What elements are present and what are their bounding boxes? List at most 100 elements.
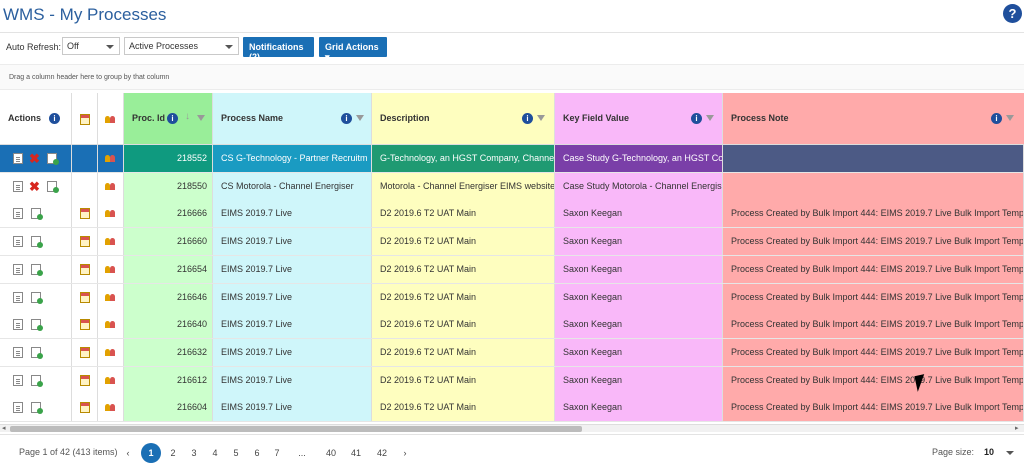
calendar-icon[interactable] xyxy=(80,374,90,386)
page-link[interactable]: 3 xyxy=(184,443,204,463)
sort-down-icon[interactable]: ↓ xyxy=(185,111,190,122)
page-link[interactable]: 1 xyxy=(141,443,161,463)
table-row[interactable]: 216612 EIMS 2019.7 Live D2 2019.6 T2 UAT M… xyxy=(0,366,1024,395)
grid-actions-button[interactable]: Grid Actions ▾ xyxy=(319,37,387,62)
auto-refresh-select[interactable]: Off xyxy=(62,37,120,55)
page-link[interactable]: 41 xyxy=(346,443,366,463)
edit-icon[interactable] xyxy=(31,374,43,387)
people-icon[interactable] xyxy=(105,319,116,330)
filter-icon[interactable] xyxy=(356,115,364,121)
filter-icon[interactable] xyxy=(537,115,545,121)
view-icon[interactable] xyxy=(13,208,23,220)
delete-icon[interactable]: ✖ xyxy=(29,180,40,193)
notifications-button[interactable]: Notifications (2) xyxy=(243,37,314,62)
calendar-icon[interactable] xyxy=(80,208,90,220)
scroll-left-icon[interactable]: ◂ xyxy=(2,425,6,433)
page-link[interactable]: 4 xyxy=(205,443,225,463)
calendar-icon[interactable] xyxy=(80,346,90,358)
column-header-actions[interactable]: Actions i xyxy=(0,93,72,144)
people-icon[interactable] xyxy=(105,292,116,303)
edit-icon[interactable] xyxy=(31,346,43,359)
view-icon[interactable] xyxy=(13,374,23,386)
view-icon[interactable] xyxy=(13,291,23,303)
edit-icon[interactable] xyxy=(31,236,43,249)
filter-icon[interactable] xyxy=(706,115,714,121)
cell-people xyxy=(98,255,124,283)
scroll-right-icon[interactable]: ▸ xyxy=(1015,425,1019,433)
view-icon[interactable] xyxy=(13,236,23,248)
table-row[interactable]: ✖ 218550 CS Motorola - Channel Energiser Mo… xyxy=(0,172,1024,201)
next-page-icon[interactable]: › xyxy=(395,443,415,463)
people-icon[interactable] xyxy=(105,264,116,275)
table-row[interactable]: 216660 EIMS 2019.7 Live D2 2019.6 T2 UAT M… xyxy=(0,228,1024,257)
group-hint: Drag a column header here to group by th… xyxy=(9,74,170,81)
edit-icon[interactable] xyxy=(31,263,43,276)
prev-page-icon[interactable]: ‹ xyxy=(118,443,138,463)
people-icon[interactable] xyxy=(105,375,116,386)
filter-icon[interactable] xyxy=(197,115,205,121)
people-icon[interactable] xyxy=(105,181,116,192)
view-icon[interactable] xyxy=(13,263,23,275)
edit-icon[interactable] xyxy=(31,402,43,415)
calendar-icon[interactable] xyxy=(80,319,90,331)
info-icon[interactable]: i xyxy=(691,113,702,124)
cell-people xyxy=(98,145,124,172)
info-icon[interactable]: i xyxy=(49,113,60,124)
page-link[interactable]: 40 xyxy=(321,443,341,463)
edit-icon[interactable] xyxy=(31,291,43,304)
people-icon[interactable] xyxy=(105,153,116,164)
horizontal-scrollbar[interactable]: ◂ ▸ xyxy=(0,424,1024,432)
cell-key-field: Saxon Keegan xyxy=(555,283,723,311)
calendar-icon[interactable] xyxy=(80,236,90,248)
page-link[interactable]: 7 xyxy=(267,443,287,463)
view-icon[interactable] xyxy=(13,346,23,358)
page-link[interactable]: 2 xyxy=(163,443,183,463)
info-icon[interactable]: i xyxy=(522,113,533,124)
filter-icon[interactable] xyxy=(1006,115,1014,121)
delete-icon[interactable]: ✖ xyxy=(29,152,40,165)
page-link[interactable]: 5 xyxy=(226,443,246,463)
info-icon[interactable]: i xyxy=(341,113,352,124)
edit-icon[interactable] xyxy=(31,319,43,332)
people-icon[interactable] xyxy=(105,236,116,247)
table-row[interactable]: 216654 EIMS 2019.7 Live D2 2019.6 T2 UAT M… xyxy=(0,255,1024,284)
calendar-icon[interactable] xyxy=(80,291,90,303)
column-header-description[interactable]: Description i xyxy=(372,93,555,144)
page-link[interactable]: 6 xyxy=(247,443,267,463)
page-ellipsis[interactable]: ... xyxy=(292,443,312,463)
help-icon[interactable]: ? xyxy=(1003,4,1022,23)
view-icon[interactable] xyxy=(13,319,23,331)
page-link[interactable]: 42 xyxy=(372,443,392,463)
info-icon[interactable]: i xyxy=(167,113,178,124)
column-header-key-field[interactable]: Key Field Value i xyxy=(555,93,723,144)
column-header-calendar[interactable] xyxy=(72,93,98,144)
column-header-people[interactable] xyxy=(98,93,124,144)
column-header-process-name[interactable]: Process Name i xyxy=(213,93,372,144)
process-grid: Actions i Proc. Id i ↓ Process Name i De… xyxy=(0,93,1024,424)
edit-icon[interactable] xyxy=(47,153,59,165)
view-icon[interactable] xyxy=(13,180,23,192)
view-icon[interactable] xyxy=(13,402,23,414)
scrollbar-thumb[interactable] xyxy=(10,426,582,432)
calendar-icon[interactable] xyxy=(80,263,90,275)
calendar-icon[interactable] xyxy=(80,402,90,414)
view-icon[interactable] xyxy=(13,153,23,164)
table-row[interactable]: 216632 EIMS 2019.7 Live D2 2019.6 T2 UAT M… xyxy=(0,338,1024,367)
people-icon[interactable] xyxy=(105,208,116,219)
process-filter-select[interactable]: Active Processes xyxy=(124,37,239,55)
table-row[interactable]: 216604 EIMS 2019.7 Live D2 2019.6 T2 UAT M… xyxy=(0,394,1024,423)
column-header-process-note[interactable]: Process Note i xyxy=(723,93,1024,144)
page-size-select[interactable]: 10 xyxy=(975,443,1020,462)
column-header-proc-id[interactable]: Proc. Id i ↓ xyxy=(124,93,213,144)
table-row[interactable]: 216646 EIMS 2019.7 Live D2 2019.6 T2 UAT M… xyxy=(0,283,1024,312)
cell-process-name: EIMS 2019.7 Live xyxy=(213,228,372,256)
edit-icon[interactable] xyxy=(47,180,59,193)
people-icon[interactable] xyxy=(105,402,116,413)
table-row[interactable]: 216640 EIMS 2019.7 Live D2 2019.6 T2 UAT M… xyxy=(0,311,1024,340)
edit-icon[interactable] xyxy=(31,208,43,221)
table-row[interactable]: ✖ 218552 CS G-Technology - Partner Recruit… xyxy=(0,145,1024,173)
table-row[interactable]: 216666 EIMS 2019.7 Live D2 2019.6 T2 UAT M… xyxy=(0,200,1024,229)
people-icon[interactable] xyxy=(105,347,116,358)
cell-people xyxy=(98,228,124,256)
info-icon[interactable]: i xyxy=(991,113,1002,124)
